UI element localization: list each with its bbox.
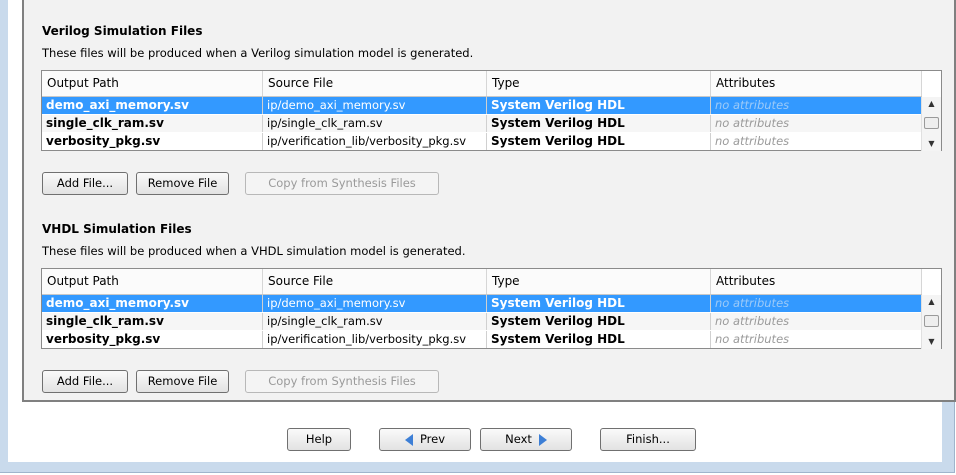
type-cell: System Verilog HDL — [487, 133, 711, 150]
source-file-cell: ip/demo_axi_memory.sv — [263, 295, 487, 312]
table-row[interactable]: demo_axi_memory.sv ip/demo_axi_memory.sv… — [42, 295, 922, 312]
output-path-cell: single_clk_ram.sv — [42, 313, 263, 330]
scroll-up-arrow-icon[interactable]: ▲ — [922, 295, 941, 309]
attributes-cell: no attributes — [711, 97, 922, 114]
vhdl-section-title: VHDL Simulation Files — [42, 222, 192, 236]
attributes-cell: no attributes — [711, 331, 922, 348]
output-path-cell: single_clk_ram.sv — [42, 115, 263, 132]
type-cell: System Verilog HDL — [487, 115, 711, 132]
column-header-source-file[interactable]: Source File — [263, 71, 487, 96]
table-header: Output Path Source File Type Attributes — [42, 71, 922, 97]
type-cell: System Verilog HDL — [487, 295, 711, 312]
prev-label: Prev — [419, 432, 446, 446]
copy-from-synthesis-button[interactable]: Copy from Synthesis Files — [245, 172, 439, 195]
vhdl-section-description: These files will be produced when a VHDL… — [42, 244, 466, 258]
attributes-cell: no attributes — [711, 313, 922, 330]
column-header-source-file[interactable]: Source File — [263, 269, 487, 294]
arrow-left-icon — [404, 433, 413, 446]
finish-button[interactable]: Finish... — [600, 428, 696, 451]
table-row[interactable]: demo_axi_memory.sv ip/demo_axi_memory.sv… — [42, 97, 922, 114]
scroll-down-arrow-icon[interactable]: ▼ — [922, 137, 941, 151]
output-path-cell: verbosity_pkg.sv — [42, 331, 263, 348]
remove-file-button[interactable]: Remove File — [136, 172, 229, 195]
attributes-cell: no attributes — [711, 115, 922, 132]
help-button[interactable]: Help — [287, 428, 351, 451]
simulation-files-panel: Verilog Simulation Files These files wil… — [22, 0, 956, 402]
source-file-cell: ip/demo_axi_memory.sv — [263, 97, 487, 114]
next-label: Next — [505, 432, 532, 446]
column-header-output-path[interactable]: Output Path — [42, 71, 263, 96]
column-header-type[interactable]: Type — [487, 269, 711, 294]
table-header: Output Path Source File Type Attributes — [42, 269, 922, 295]
column-header-type[interactable]: Type — [487, 71, 711, 96]
verilog-files-table[interactable]: Output Path Source File Type Attributes … — [41, 70, 942, 151]
output-path-cell: demo_axi_memory.sv — [42, 295, 263, 312]
add-file-button[interactable]: Add File... — [42, 172, 128, 195]
scroll-thumb[interactable] — [924, 315, 939, 327]
table-row[interactable]: single_clk_ram.sv ip/single_clk_ram.sv S… — [42, 115, 922, 132]
table-scrollbar[interactable]: ▲ ▼ — [921, 97, 941, 151]
table-scrollbar[interactable]: ▲ ▼ — [921, 295, 941, 349]
attributes-cell: no attributes — [711, 295, 922, 312]
vhdl-files-table[interactable]: Output Path Source File Type Attributes … — [41, 268, 942, 349]
dialog-body: Verilog Simulation Files These files wil… — [8, 0, 956, 462]
dialog-frame: Verilog Simulation Files These files wil… — [0, 0, 956, 473]
source-file-cell: ip/verification_lib/verbosity_pkg.sv — [263, 133, 487, 150]
verilog-section-description: These files will be produced when a Veri… — [42, 46, 474, 60]
scroll-up-arrow-icon[interactable]: ▲ — [922, 97, 941, 111]
copy-from-synthesis-button[interactable]: Copy from Synthesis Files — [245, 370, 439, 393]
prev-button[interactable]: Prev — [379, 428, 471, 451]
type-cell: System Verilog HDL — [487, 331, 711, 348]
source-file-cell: ip/verification_lib/verbosity_pkg.sv — [263, 331, 487, 348]
source-file-cell: ip/single_clk_ram.sv — [263, 313, 487, 330]
table-row[interactable]: verbosity_pkg.sv ip/verification_lib/ver… — [42, 331, 922, 348]
remove-file-button[interactable]: Remove File — [136, 370, 229, 393]
column-header-attributes[interactable]: Attributes — [711, 269, 922, 294]
output-path-cell: demo_axi_memory.sv — [42, 97, 263, 114]
source-file-cell: ip/single_clk_ram.sv — [263, 115, 487, 132]
arrow-right-icon — [538, 433, 547, 446]
type-cell: System Verilog HDL — [487, 313, 711, 330]
add-file-button[interactable]: Add File... — [42, 370, 128, 393]
scroll-thumb[interactable] — [924, 117, 939, 129]
scroll-down-arrow-icon[interactable]: ▼ — [922, 335, 941, 349]
table-row[interactable]: single_clk_ram.sv ip/single_clk_ram.sv S… — [42, 313, 922, 330]
attributes-cell: no attributes — [711, 133, 922, 150]
output-path-cell: verbosity_pkg.sv — [42, 133, 263, 150]
table-row[interactable]: verbosity_pkg.sv ip/verification_lib/ver… — [42, 133, 922, 150]
verilog-section-title: Verilog Simulation Files — [42, 24, 203, 38]
type-cell: System Verilog HDL — [487, 97, 711, 114]
column-header-attributes[interactable]: Attributes — [711, 71, 922, 96]
next-button[interactable]: Next — [480, 428, 572, 451]
column-header-output-path[interactable]: Output Path — [42, 269, 263, 294]
